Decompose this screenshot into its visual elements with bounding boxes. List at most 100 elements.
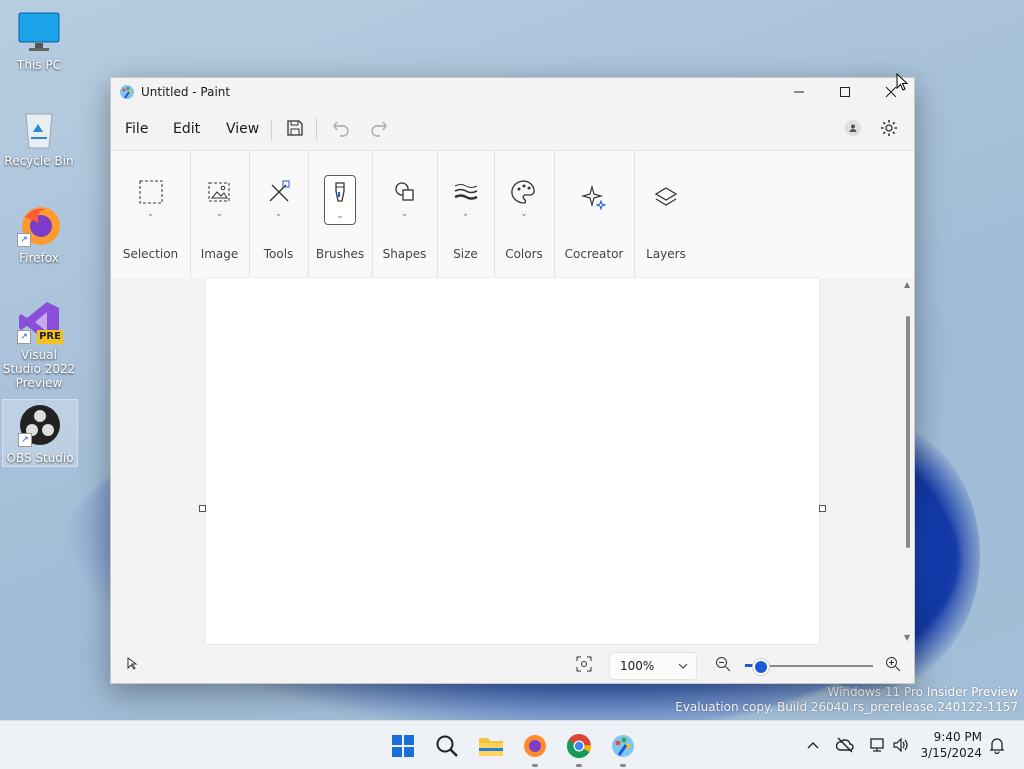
search-button[interactable]: [434, 733, 460, 759]
zoom-out-button[interactable]: [715, 656, 731, 675]
palette-icon: [511, 179, 537, 205]
title-bar[interactable]: Untitled - Paint: [111, 78, 914, 106]
image-icon: [207, 179, 233, 205]
drawing-canvas[interactable]: [206, 278, 819, 644]
zoom-in-button[interactable]: [885, 656, 901, 675]
fit-to-window-icon: [576, 656, 592, 672]
chevron-down-icon: ⌄: [336, 211, 344, 221]
zoom-slider-thumb[interactable]: [753, 659, 770, 675]
firefox-icon: ↗: [17, 203, 61, 247]
minimize-icon: [794, 91, 804, 93]
speaker-icon: [893, 737, 908, 753]
account-button[interactable]: [845, 120, 861, 136]
settings-button[interactable]: [879, 118, 899, 141]
menu-file[interactable]: File: [125, 121, 148, 137]
minimize-button[interactable]: [776, 78, 822, 106]
shapes-icon: [392, 179, 418, 205]
clock-date: 3/15/2024: [920, 746, 982, 760]
menu-view[interactable]: View: [226, 121, 259, 137]
bell-icon: [989, 738, 1005, 755]
menu-separator: [316, 118, 317, 140]
shortcut-arrow-icon: ↗: [18, 433, 32, 447]
network-button[interactable]: [868, 736, 886, 754]
ribbon-group-tools[interactable]: ⌄ Tools: [249, 151, 309, 278]
vertical-scrollbar[interactable]: ▲ ▼: [904, 280, 912, 642]
monitor-icon: [17, 10, 61, 54]
firefox-icon: [524, 735, 546, 757]
ribbon-group-image[interactable]: ⌄ Image: [190, 151, 250, 278]
paint-taskbar-button[interactable]: [610, 733, 636, 767]
selection-icon: [138, 179, 164, 205]
ribbon: ⌄ Selection ⌄ Image ⌄ Tools ⌄ Brushes ⌄ …: [111, 150, 914, 279]
show-hidden-icons-button[interactable]: [804, 736, 822, 754]
fit-to-window-button[interactable]: [576, 656, 592, 675]
paint-window: Untitled - Paint File Edit View ⌄ Select…: [110, 77, 915, 684]
undo-icon: [333, 121, 349, 137]
undo-button[interactable]: [331, 118, 351, 141]
chevron-down-icon: ⌄: [461, 209, 470, 219]
ribbon-group-cocreator[interactable]: Cocreator: [554, 151, 635, 278]
ribbon-group-layers[interactable]: Layers: [634, 151, 698, 278]
menu-bar: File Edit View: [111, 106, 914, 150]
scroll-down-icon[interactable]: ▼: [904, 633, 910, 642]
chrome-taskbar-button[interactable]: [566, 733, 592, 767]
menu-edit[interactable]: Edit: [173, 121, 200, 137]
chevron-down-icon: ⌄: [146, 209, 155, 219]
chevron-down-icon: ⌄: [520, 209, 528, 219]
chevron-down-icon: ⌄: [400, 209, 409, 219]
ribbon-group-brushes[interactable]: ⌄ Brushes: [308, 151, 373, 278]
preview-badge: PRE: [37, 330, 63, 344]
search-icon: [436, 735, 458, 757]
desktop-icon-visual-studio[interactable]: PRE ↗ Visual Studio 2022 Preview: [2, 300, 76, 390]
desktop-icon-label: This PC: [17, 58, 61, 72]
zoom-value: 100%: [620, 659, 655, 673]
scroll-up-icon[interactable]: ▲: [904, 280, 910, 289]
ribbon-group-colors[interactable]: ⌄ Colors: [494, 151, 555, 278]
scroll-thumb[interactable]: [906, 316, 910, 548]
file-explorer-button[interactable]: [478, 733, 504, 759]
network-icon: [870, 738, 884, 752]
notifications-button[interactable]: [988, 736, 1006, 755]
shortcut-arrow-icon: ↗: [17, 233, 31, 247]
visual-studio-icon: PRE ↗: [17, 300, 63, 344]
desktop-icon-label: Visual Studio 2022 Preview: [2, 348, 76, 390]
sparkle-icon: [580, 184, 607, 211]
file-explorer-icon: [479, 738, 503, 756]
chevron-down-icon: ⌄: [274, 209, 283, 219]
ribbon-group-size[interactable]: ⌄ Size: [437, 151, 495, 278]
zoom-out-icon: [716, 657, 731, 672]
cursor-position-icon: [125, 656, 139, 673]
onedrive-button[interactable]: [835, 736, 854, 754]
zoom-dropdown[interactable]: 100%: [609, 652, 697, 680]
firefox-taskbar-button[interactable]: [522, 733, 548, 767]
resize-handle-left[interactable]: [199, 505, 206, 512]
start-button[interactable]: [390, 733, 416, 759]
maximize-button[interactable]: [822, 78, 868, 106]
canvas-area: [111, 278, 914, 646]
start-icon: [392, 735, 414, 757]
resize-handle-right[interactable]: [819, 505, 826, 512]
ribbon-group-selection[interactable]: ⌄ Selection: [111, 151, 191, 278]
paint-app-icon: [119, 84, 135, 100]
volume-button[interactable]: [892, 736, 910, 754]
running-indicator: [576, 764, 582, 767]
chrome-icon: [567, 734, 591, 759]
recycle-bin-icon: [17, 106, 61, 150]
desktop-icon-obs-studio[interactable]: ↗ OBS Studio: [2, 399, 78, 467]
desktop-icon-firefox[interactable]: ↗ Firefox: [2, 203, 76, 269]
redo-button[interactable]: [369, 118, 389, 141]
window-title: Untitled - Paint: [141, 85, 231, 99]
layers-icon: [653, 185, 679, 211]
shortcut-arrow-icon: ↗: [17, 330, 31, 344]
desktop-icon-this-pc[interactable]: This PC: [2, 10, 76, 76]
taskbar: 9:40 PM 3/15/2024: [0, 720, 1024, 769]
desktop-icon-recycle-bin[interactable]: Recycle Bin: [2, 106, 76, 172]
chevron-down-icon: [678, 663, 688, 669]
ribbon-group-shapes[interactable]: ⌄ Shapes: [372, 151, 438, 278]
size-icon: [453, 179, 479, 205]
save-button[interactable]: [285, 118, 305, 141]
menu-separator: [271, 119, 272, 141]
system-clock[interactable]: 9:40 PM 3/15/2024: [920, 729, 982, 761]
person-icon: [849, 124, 857, 132]
clock-time: 9:40 PM: [933, 730, 982, 744]
